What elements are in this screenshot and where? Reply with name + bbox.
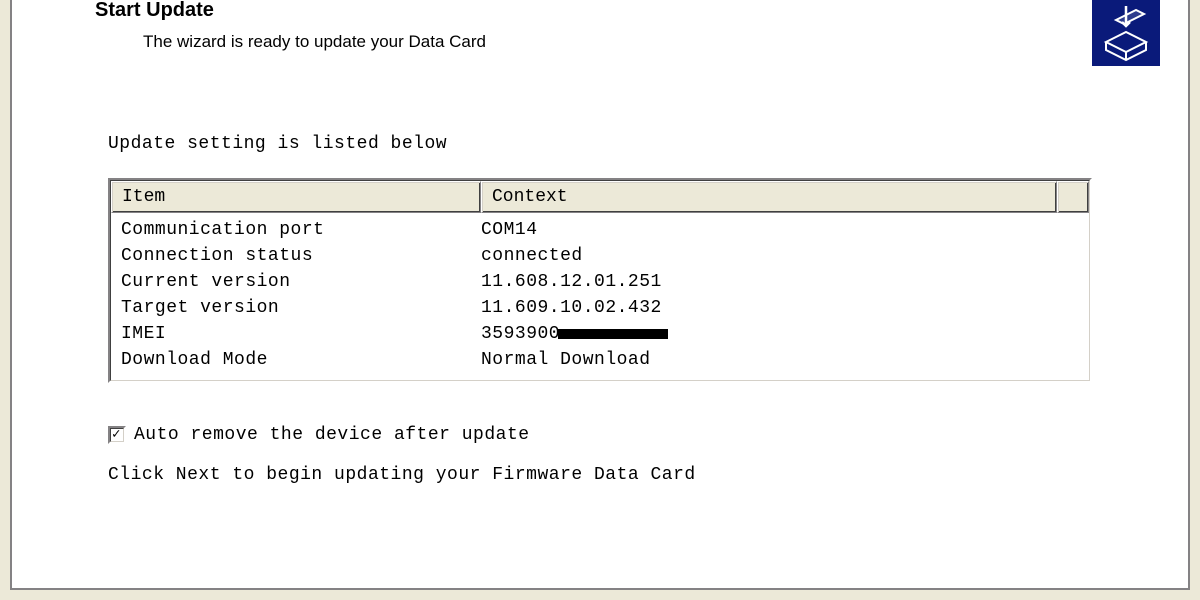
table-body: Communication portCOM14Connection status…	[111, 213, 1089, 380]
footer-section: ✓ Auto remove the device after update Cl…	[12, 425, 1188, 485]
table-row[interactable]: Current version11.608.12.01.251	[111, 269, 1089, 295]
cell-item: Connection status	[121, 243, 481, 269]
instruction-text: Click Next to begin updating your Firmwa…	[108, 465, 1092, 485]
column-header-spacer	[1057, 181, 1089, 213]
auto-remove-checkbox[interactable]: ✓	[108, 426, 126, 444]
cell-item: Communication port	[121, 217, 481, 243]
cell-item: Target version	[121, 295, 481, 321]
cell-item: Download Mode	[121, 347, 481, 373]
cell-item: IMEI	[121, 321, 481, 347]
checkmark-icon: ✓	[112, 426, 121, 443]
cell-context: 11.609.10.02.432	[481, 295, 1079, 321]
table-header: Item Context	[111, 181, 1089, 213]
table-row[interactable]: Download ModeNormal Download	[111, 347, 1089, 373]
redacted-bar	[558, 329, 668, 339]
table-row[interactable]: IMEI3593900	[111, 321, 1089, 347]
page-title: Start Update	[40, 0, 1160, 20]
cell-context: 11.608.12.01.251	[481, 269, 1079, 295]
content-section: Update setting is listed below Item Cont…	[12, 134, 1188, 383]
page-subtitle: The wizard is ready to update your Data …	[40, 32, 1160, 52]
settings-label: Update setting is listed below	[108, 134, 1092, 154]
wizard-window: Start Update The wizard is ready to upda…	[10, 0, 1190, 590]
cell-context: 3593900	[481, 321, 1079, 347]
column-header-context[interactable]: Context	[481, 181, 1057, 213]
table-row[interactable]: Connection statusconnected	[111, 243, 1089, 269]
cell-context: COM14	[481, 217, 1079, 243]
table-row[interactable]: Target version11.609.10.02.432	[111, 295, 1089, 321]
wizard-header: Start Update The wizard is ready to upda…	[12, 0, 1188, 52]
cell-context: connected	[481, 243, 1079, 269]
auto-remove-checkbox-row: ✓ Auto remove the device after update	[108, 425, 1092, 445]
cell-context: Normal Download	[481, 347, 1079, 373]
checkbox-label: Auto remove the device after update	[134, 425, 530, 445]
settings-table: Item Context Communication portCOM14Conn…	[108, 178, 1092, 383]
data-card-icon	[1092, 0, 1160, 66]
cell-item: Current version	[121, 269, 481, 295]
column-header-item[interactable]: Item	[111, 181, 481, 213]
table-row[interactable]: Communication portCOM14	[111, 217, 1089, 243]
